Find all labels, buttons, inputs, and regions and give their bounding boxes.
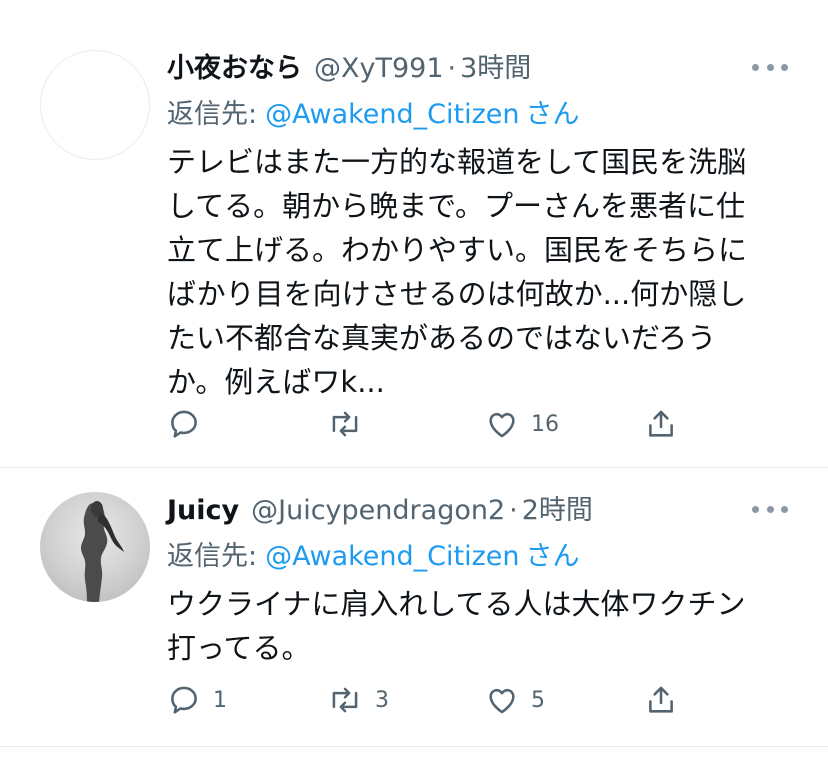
reply-prefix: 返信先: bbox=[167, 99, 258, 130]
more-icon[interactable] bbox=[752, 499, 788, 519]
tweet[interactable]: 小夜おなら @XyT991 · 3時間 返信先: @Awakend_Citizen… bbox=[0, 0, 828, 468]
share-icon bbox=[644, 683, 678, 717]
tweet-actions: 1 3 5 bbox=[167, 680, 687, 720]
retweet-button[interactable] bbox=[327, 404, 375, 444]
heart-icon bbox=[485, 683, 519, 717]
reply-context: 返信先: @Awakend_Citizen さん bbox=[167, 534, 580, 573]
reply-mention-link[interactable]: @Awakend_Citizen bbox=[265, 541, 519, 572]
heart-icon bbox=[485, 407, 519, 441]
tweet-header: Juicy @Juicypendragon2 · 2時間 bbox=[167, 488, 593, 527]
like-button[interactable]: 5 bbox=[485, 680, 545, 720]
share-button[interactable] bbox=[644, 680, 678, 720]
avatar[interactable] bbox=[40, 492, 150, 602]
retweet-count: 3 bbox=[375, 687, 389, 713]
separator: · bbox=[509, 495, 518, 526]
share-icon bbox=[644, 407, 678, 441]
reply-button[interactable] bbox=[167, 404, 213, 444]
tweet-divider bbox=[0, 746, 828, 747]
tweet-text: テレビはまた一方的な報道をして国民を洗脳 してる。朝から晩まで。プーさんを悪者に… bbox=[167, 145, 748, 399]
like-count: 5 bbox=[531, 687, 545, 713]
display-name[interactable]: 小夜おなら bbox=[167, 46, 302, 85]
timestamp[interactable]: 3時間 bbox=[460, 46, 531, 85]
separator: · bbox=[447, 53, 457, 84]
timestamp[interactable]: 2時間 bbox=[522, 488, 593, 527]
user-handle[interactable]: @Juicypendragon2 bbox=[251, 495, 505, 526]
reply-icon bbox=[167, 683, 201, 717]
reply-mention-link[interactable]: @Awakend_Citizen bbox=[265, 99, 519, 130]
tweet-text: ウクライナに肩入れしてる人は大体ワクチン 打ってる。 bbox=[167, 587, 746, 665]
reply-prefix: 返信先: bbox=[167, 541, 258, 572]
reply-suffix: さん bbox=[525, 99, 580, 130]
more-icon[interactable] bbox=[752, 57, 788, 77]
user-handle[interactable]: @XyT991 bbox=[314, 53, 444, 84]
reply-icon bbox=[167, 407, 201, 441]
avatar-figure bbox=[81, 501, 124, 602]
tweet-header: 小夜おなら @XyT991 · 3時間 bbox=[167, 46, 531, 85]
reply-suffix: さん bbox=[525, 541, 580, 572]
reply-count: 1 bbox=[213, 687, 227, 713]
like-count: 16 bbox=[531, 411, 559, 437]
reply-context: 返信先: @Awakend_Citizen さん bbox=[167, 92, 580, 131]
retweet-icon bbox=[327, 683, 363, 717]
share-button[interactable] bbox=[644, 404, 678, 444]
reply-button[interactable]: 1 bbox=[167, 680, 227, 720]
tweet-actions: 16 bbox=[167, 404, 687, 444]
avatar[interactable] bbox=[40, 50, 150, 160]
tweet[interactable]: Juicy @Juicypendragon2 · 2時間 返信先: @Awaken… bbox=[0, 468, 828, 748]
retweet-button[interactable]: 3 bbox=[327, 680, 389, 720]
like-button[interactable]: 16 bbox=[485, 404, 559, 444]
retweet-icon bbox=[327, 407, 363, 441]
display-name[interactable]: Juicy bbox=[167, 495, 239, 526]
